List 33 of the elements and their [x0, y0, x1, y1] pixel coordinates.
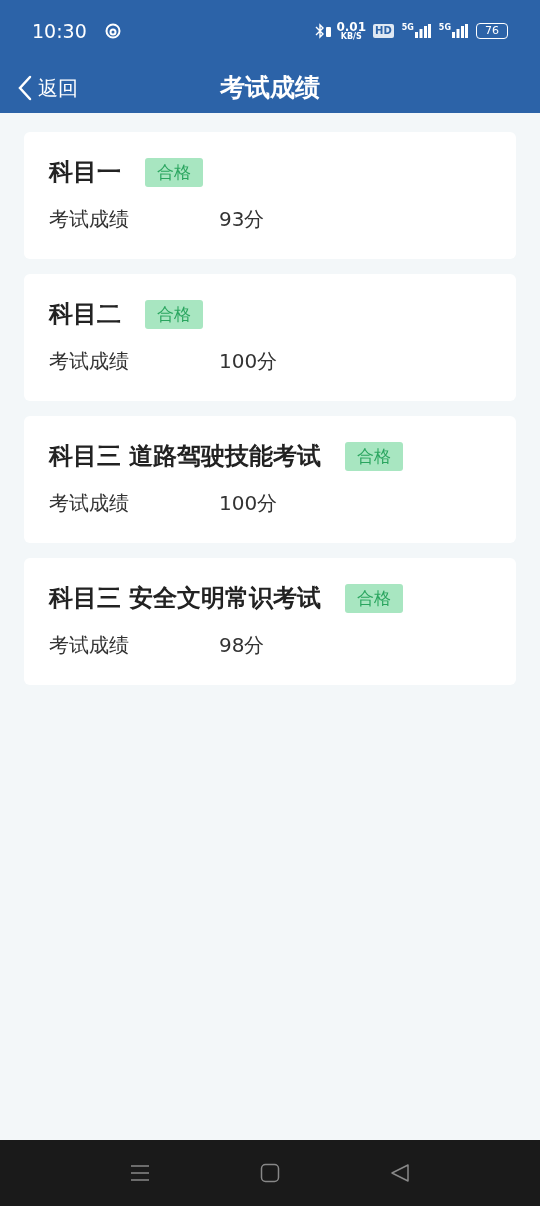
- speed-unit: KB/S: [340, 33, 362, 41]
- back-button[interactable]: 返回: [0, 72, 78, 103]
- back-icon[interactable]: [390, 1163, 410, 1183]
- bluetooth-icon: [314, 23, 333, 39]
- page-title: 考试成绩: [220, 71, 320, 104]
- app-notification-icon: [104, 23, 121, 39]
- menu-icon[interactable]: [130, 1164, 150, 1182]
- subject-title: 科目三 道路驾驶技能考试: [49, 441, 322, 472]
- status-tag: 合格: [145, 299, 203, 329]
- subject-title: 科目一: [49, 157, 121, 188]
- score-label: 考试成绩: [49, 206, 130, 233]
- status-tag: 合格: [345, 583, 404, 613]
- score-label: 考试成绩: [49, 348, 130, 375]
- home-icon[interactable]: [260, 1163, 280, 1183]
- network-type: 5G: [438, 24, 451, 32]
- score-value: 93分: [219, 206, 265, 233]
- network-speed: 0.01: [336, 21, 367, 33]
- battery-icon: 76: [476, 23, 508, 39]
- score-label: 考试成绩: [49, 632, 130, 659]
- score-value: 100分: [219, 348, 278, 375]
- subject-title: 科目三 安全文明常识考试: [49, 583, 322, 614]
- subject-title: 科目二: [49, 299, 121, 330]
- chevron-left-icon: [18, 74, 32, 101]
- hd-icon: HD: [373, 24, 394, 38]
- status-time: 10:30: [32, 18, 87, 44]
- score-value: 98分: [219, 632, 265, 659]
- network-type: 5G: [401, 24, 414, 32]
- status-tag: 合格: [345, 441, 404, 471]
- signal-icon: [452, 24, 468, 38]
- score-value: 100分: [219, 490, 278, 517]
- score-label: 考试成绩: [49, 490, 130, 517]
- signal-icon: [414, 24, 431, 38]
- status-tag: 合格: [145, 157, 203, 187]
